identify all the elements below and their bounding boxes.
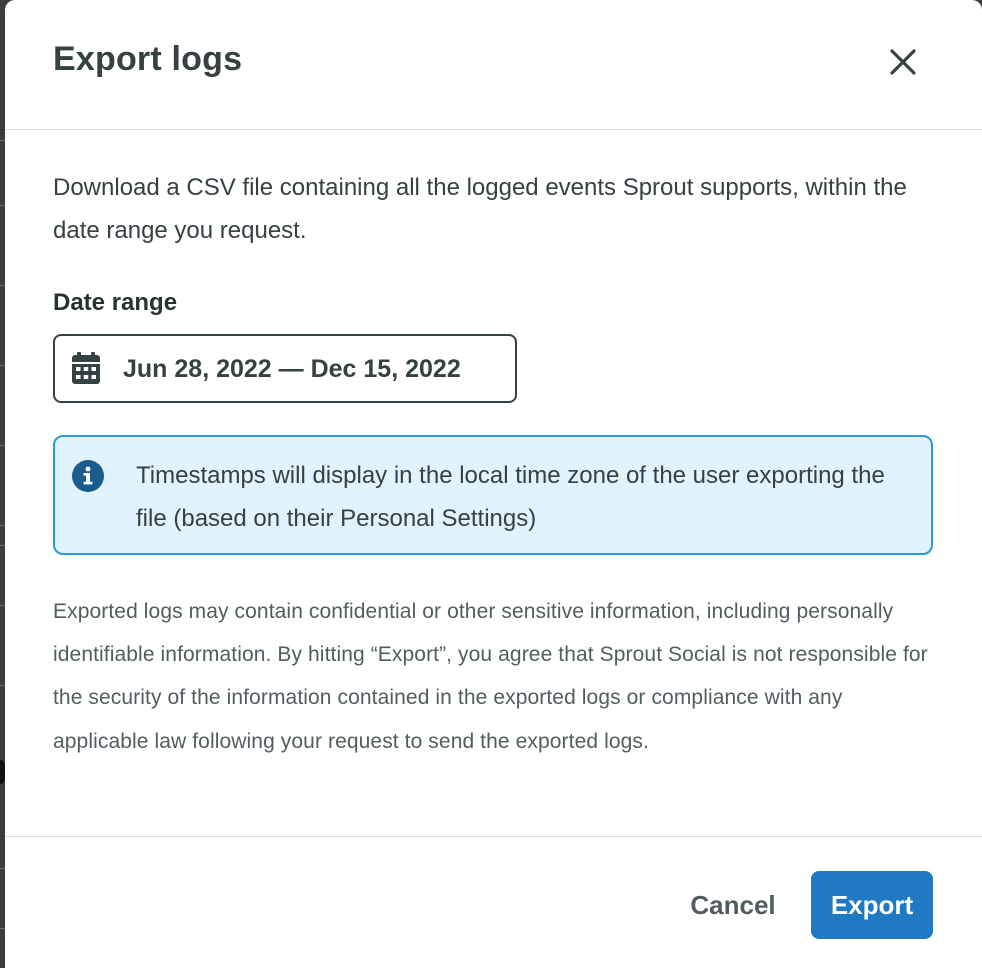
dialog-title: Export logs xyxy=(53,40,243,78)
export-logs-dialog: Export logs Download a CSV file containi… xyxy=(5,0,982,968)
close-button[interactable] xyxy=(881,40,925,84)
date-range-picker[interactable]: Jun 28, 2022 — Dec 15, 2022 xyxy=(53,334,517,403)
dialog-description: Download a CSV file containing all the l… xyxy=(53,174,907,244)
date-range-label: Date range xyxy=(53,289,178,316)
calendar-icon xyxy=(72,352,100,384)
info-banner: Timestamps will display in the local tim… xyxy=(53,435,933,555)
dialog-header: Export logs xyxy=(5,0,982,130)
info-banner-text: Timestamps will display in the local tim… xyxy=(136,462,885,532)
cancel-button[interactable]: Cancel xyxy=(673,871,793,939)
date-range-value: Jun 28, 2022 — Dec 15, 2022 xyxy=(123,355,461,383)
close-icon xyxy=(890,49,916,75)
disclaimer-text: Exported logs may contain confidential o… xyxy=(53,600,928,753)
dialog-footer: Cancel Export xyxy=(5,836,982,968)
info-icon xyxy=(72,460,104,492)
export-button[interactable]: Export xyxy=(811,871,933,939)
